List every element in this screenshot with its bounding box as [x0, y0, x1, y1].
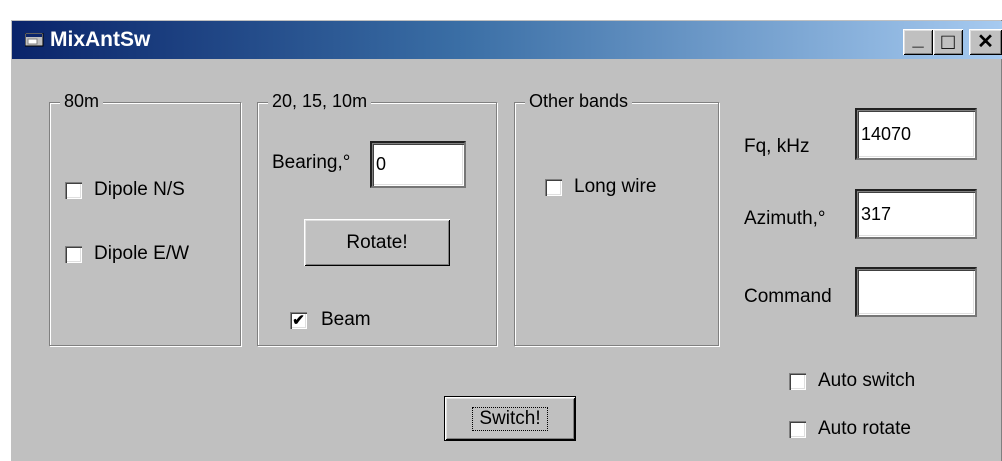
- long-wire-label: Long wire: [574, 176, 657, 197]
- long-wire-checkbox[interactable]: Long wire: [545, 176, 656, 198]
- rotate-button[interactable]: Rotate!: [304, 219, 450, 266]
- beam-checkbox[interactable]: ✔ Beam: [290, 309, 371, 331]
- maximize-icon: □: [941, 29, 955, 54]
- auto-switch-label: Auto switch: [818, 370, 916, 391]
- dipole-ew-label: Dipole E/W: [94, 243, 190, 264]
- beam-label: Beam: [321, 309, 371, 330]
- group-80m-caption: 80m: [60, 91, 104, 112]
- dipole-ns-checkbox[interactable]: Dipole N/S: [65, 179, 185, 201]
- auto-rotate-label: Auto rotate: [818, 418, 911, 439]
- auto-switch-checkbox[interactable]: Auto switch: [789, 370, 915, 392]
- dipole-ew-box[interactable]: [65, 245, 82, 263]
- azimuth-label: Azimuth,°: [744, 208, 826, 229]
- dipole-ew-checkbox[interactable]: Dipole E/W: [65, 243, 189, 265]
- maximize-button[interactable]: □: [933, 29, 963, 55]
- bearing-input[interactable]: [370, 141, 466, 188]
- switch-button[interactable]: Switch!: [445, 397, 575, 440]
- command-label: Command: [744, 286, 832, 307]
- dipole-ns-label: Dipole N/S: [94, 179, 185, 200]
- window-title: MixAntSw: [50, 28, 151, 51]
- dipole-ns-box[interactable]: [65, 181, 82, 199]
- app-window: MixAntSw _ □ ✕ 80m Dipole N/S Dipole E/W…: [9, 18, 1002, 461]
- app-window-icon: [25, 33, 44, 47]
- group-hf: 20, 15, 10m Bearing,° Rotate! ✔ Beam: [257, 91, 497, 346]
- fq-input[interactable]: [855, 108, 977, 160]
- group-other: Other bands Long wire: [514, 91, 719, 346]
- minimize-button[interactable]: _: [903, 29, 933, 55]
- checkmark-icon: ✔: [292, 311, 305, 329]
- auto-switch-box[interactable]: [789, 372, 806, 390]
- group-other-caption: Other bands: [525, 91, 633, 112]
- command-input[interactable]: [855, 267, 977, 317]
- bearing-label: Bearing,°: [272, 152, 351, 173]
- long-wire-box[interactable]: [545, 178, 562, 196]
- title-bar[interactable]: MixAntSw _ □ ✕: [12, 21, 1002, 59]
- fq-label: Fq, kHz: [744, 136, 810, 157]
- auto-rotate-box[interactable]: [789, 420, 806, 438]
- close-button[interactable]: ✕: [969, 29, 1002, 55]
- beam-box[interactable]: ✔: [290, 311, 307, 329]
- minimize-icon: _: [912, 28, 924, 50]
- group-80m: 80m Dipole N/S Dipole E/W: [49, 91, 241, 346]
- auto-rotate-checkbox[interactable]: Auto rotate: [789, 418, 911, 440]
- close-icon: ✕: [977, 31, 994, 53]
- group-hf-caption: 20, 15, 10m: [268, 91, 372, 112]
- switch-button-label: Switch!: [472, 406, 548, 431]
- azimuth-input[interactable]: [855, 189, 977, 239]
